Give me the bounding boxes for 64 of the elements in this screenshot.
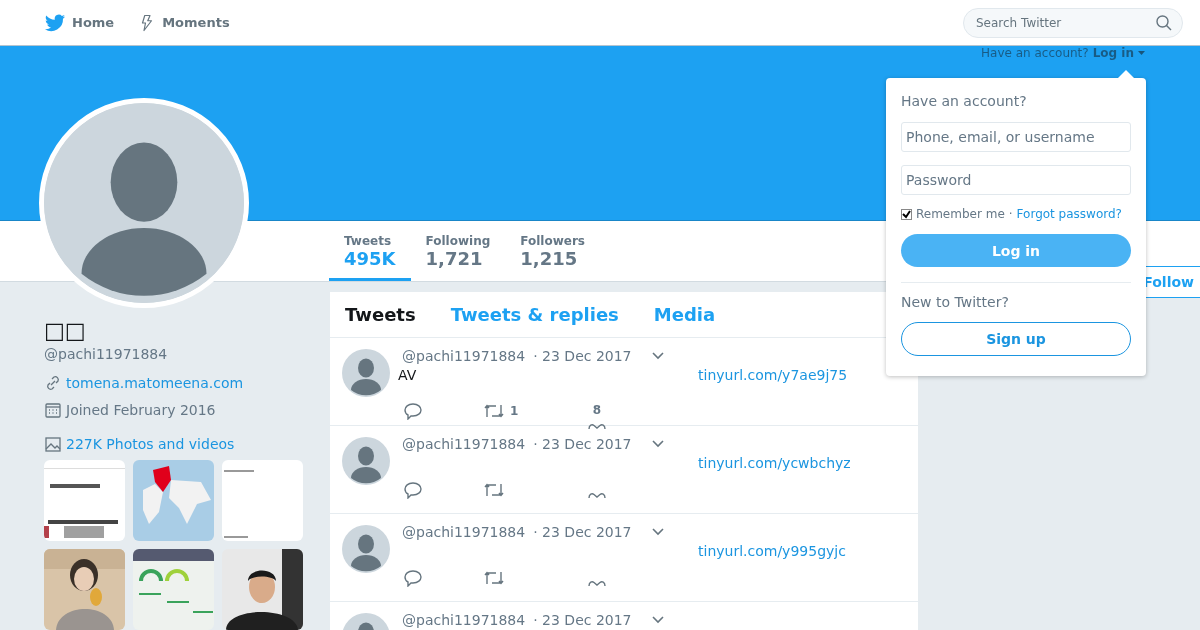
login-link[interactable]: Log in — [1092, 46, 1134, 60]
photos-link[interactable]: 227K Photos and videos — [66, 436, 235, 452]
signup-title: New to Twitter? — [901, 294, 1010, 310]
image-icon — [44, 435, 62, 453]
retweet-icon[interactable] — [484, 570, 504, 586]
chevron-icon[interactable] — [651, 616, 664, 624]
stat-tab[interactable]: Following 1,721 — [410, 221, 506, 281]
avatar-icon — [342, 437, 390, 485]
caret-icon — [1138, 51, 1145, 55]
tweet-date[interactable]: · 23 Dec 2017 — [533, 348, 632, 364]
profile-name: □□ — [44, 318, 87, 344]
timeline-tab[interactable]: Media — [653, 304, 716, 325]
retweet-icon[interactable] — [484, 482, 504, 498]
signup-button[interactable]: Sign up — [901, 322, 1131, 356]
tweet-date[interactable]: · 23 Dec 2017 — [533, 436, 632, 452]
tweet-handle[interactable]: @pachi11971884 — [402, 612, 526, 628]
tweet-text: AV — [398, 367, 418, 383]
tweet-link[interactable]: tinyurl.com/y995gyjc — [698, 543, 846, 559]
stat-label: Following — [425, 233, 491, 249]
timeline-tab[interactable]: Tweets & replies — [450, 304, 619, 325]
tweet-date[interactable]: · 23 Dec 2017 — [533, 612, 632, 628]
reply-icon[interactable] — [404, 402, 422, 420]
tweet-handle[interactable]: @pachi11971884 — [402, 524, 526, 540]
stat-tab[interactable]: Followers 1,215 — [505, 221, 600, 281]
password-field[interactable]: Password — [901, 165, 1131, 195]
stat-value: 1,721 — [425, 249, 484, 269]
reply-icon[interactable] — [404, 569, 422, 587]
stat-value: 495K — [344, 249, 396, 269]
separator-dot: · — [1008, 207, 1013, 221]
timeline-tab[interactable]: Tweets — [345, 304, 416, 325]
stat-value: 1,215 — [520, 249, 579, 269]
search-field[interactable]: Search Twitter — [963, 7, 1183, 38]
tweet-link[interactable]: tinyurl.com/y7ae9j75 — [698, 367, 848, 383]
nav-link[interactable]: Home — [44, 11, 115, 34]
tweet-handle[interactable]: @pachi11971884 — [402, 436, 526, 452]
login-button[interactable]: Log in — [901, 234, 1131, 267]
stat-label: Tweets — [344, 233, 393, 249]
reply-icon[interactable] — [404, 481, 422, 499]
like-count: 8 — [592, 403, 602, 417]
calendar-icon — [44, 401, 62, 419]
remember-label: Remember me — [916, 207, 1005, 221]
chevron-icon[interactable] — [651, 352, 664, 360]
stat-tab[interactable]: Tweets 495K — [329, 221, 411, 281]
retweet-icon[interactable] — [484, 403, 504, 419]
avatar-icon — [342, 525, 390, 573]
tweet-handle[interactable]: @pachi11971884 — [402, 348, 526, 364]
tweet-link[interactable]: tinyurl.com/ycwbchyz — [698, 455, 851, 471]
website-link[interactable]: tomena.matomeena.com — [66, 375, 244, 391]
search-icon — [1156, 14, 1172, 31]
remember-checkbox[interactable] — [901, 208, 912, 220]
forgot-password-link[interactable]: Forgot password? — [1016, 207, 1122, 221]
username-field[interactable]: Phone, email, or username — [901, 122, 1131, 152]
retweet-count: 1 — [510, 404, 519, 418]
stat-label: Followers — [520, 233, 585, 249]
login-title: Have an account? — [901, 93, 1028, 109]
joined-date: Joined February 2016 — [66, 402, 216, 418]
tweet-date[interactable]: · 23 Dec 2017 — [533, 524, 632, 540]
chevron-icon[interactable] — [651, 440, 664, 448]
profile-handle: @pachi11971884 — [44, 346, 169, 362]
avatar-icon — [342, 349, 390, 397]
link-icon — [44, 374, 62, 392]
nav-link[interactable]: Moments — [138, 11, 230, 34]
chevron-icon[interactable] — [651, 528, 664, 536]
login-prompt-text: Have an account? — [981, 46, 1089, 60]
